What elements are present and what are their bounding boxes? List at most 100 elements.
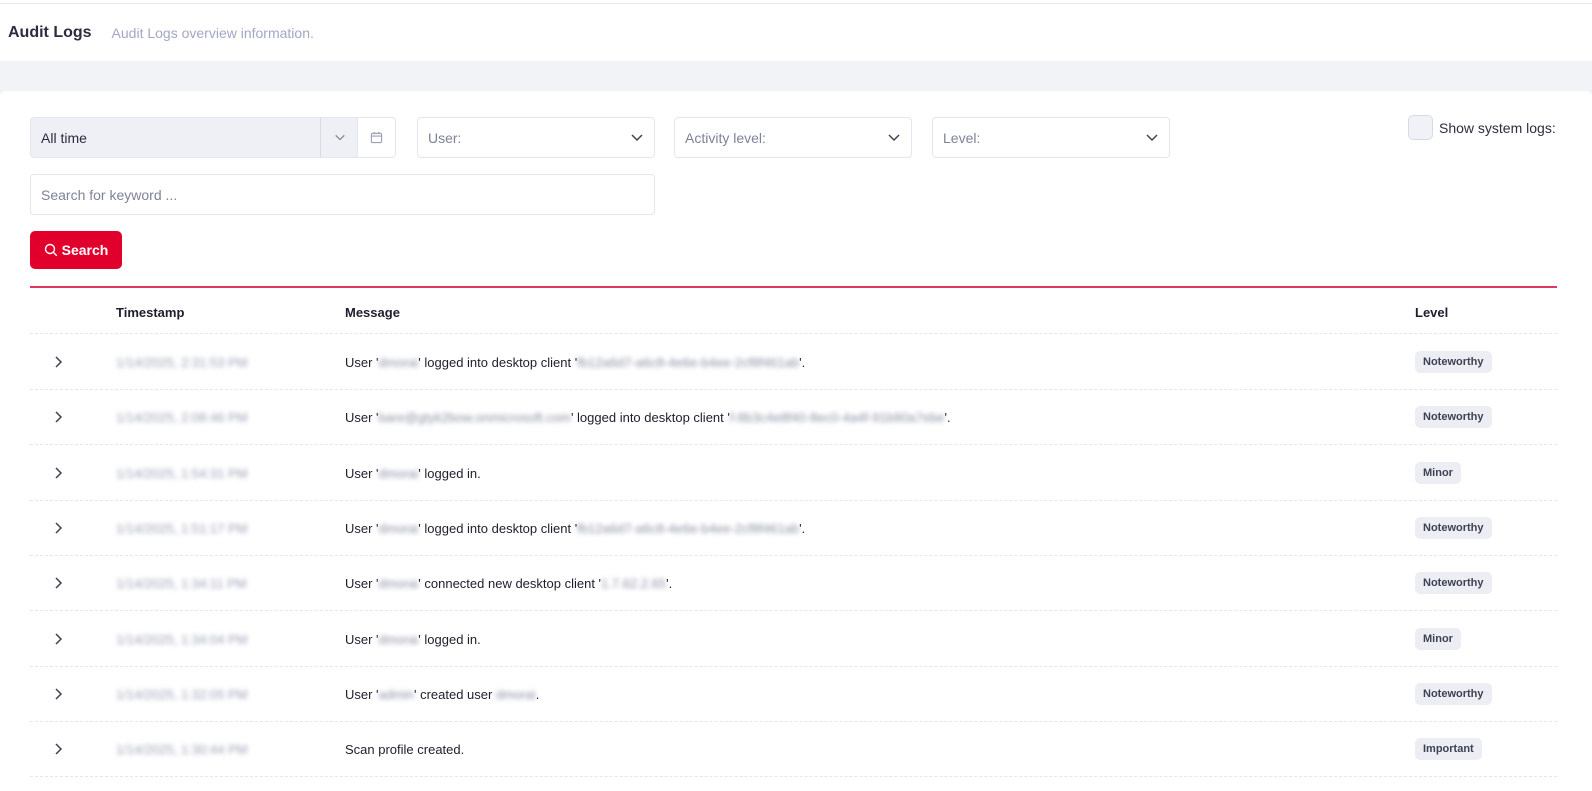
page-header: Audit Logs Audit Logs overview informati… xyxy=(0,4,1592,61)
calendar-button[interactable] xyxy=(358,117,396,158)
chevron-down-icon xyxy=(888,134,900,142)
level-badge: Important xyxy=(1415,738,1482,761)
message-part: User ' xyxy=(345,465,379,481)
search-button[interactable]: Search xyxy=(30,231,122,269)
chevron-right-icon[interactable] xyxy=(51,742,65,756)
message-part: User ' xyxy=(345,686,379,702)
time-range-value: All time xyxy=(41,129,87,146)
message-part: ' connected new desktop client ' xyxy=(418,576,602,592)
table-row[interactable]: 1/14/2025, 1:34:04 PM User 'dmorai' logge… xyxy=(30,611,1557,667)
level-badge: Noteworthy xyxy=(1415,516,1492,539)
table-row[interactable]: 1/14/2025, 1:32:05 PM User 'admin' create… xyxy=(30,666,1557,722)
level-select[interactable]: Level: xyxy=(932,117,1170,158)
redacted-value: dmorai xyxy=(378,576,419,592)
message-part: User ' xyxy=(345,520,379,536)
redacted-value: fb12a6d7-a6c8-4e6e-b4ee-2cf8f461ab xyxy=(577,520,800,536)
audit-logs-card: All time User: Activity level: Level: Sh… xyxy=(0,91,1592,791)
level-badge: Noteworthy xyxy=(1415,406,1492,429)
page-subtitle: Audit Logs overview information. xyxy=(111,24,314,41)
message-part: ' logged into desktop client ' xyxy=(570,410,730,426)
redacted-value: dmorai xyxy=(378,355,419,370)
level-badge: Minor xyxy=(1415,461,1461,484)
message-part: '. xyxy=(666,576,673,592)
table-row[interactable]: 1/14/2025, 1:30:44 PM Scan profile create… xyxy=(30,721,1557,778)
message-part: User ' xyxy=(345,410,379,426)
row-timestamp: 1/14/2025, 2:31:53 PM xyxy=(116,355,248,370)
show-system-logs-label: Show system logs: xyxy=(1439,119,1556,136)
table-row[interactable]: 1/14/2025, 1:51:17 PM User 'dmorai' logge… xyxy=(30,500,1557,556)
row-message: User 'bare@gtyk2bow.onmicrosoft.com' log… xyxy=(345,410,951,425)
level-select-label: Level: xyxy=(943,129,981,146)
page-title: Audit Logs xyxy=(8,23,92,41)
search-icon xyxy=(44,243,57,257)
message-part: ' logged into desktop client ' xyxy=(418,520,578,536)
search-button-label: Search xyxy=(61,242,109,258)
level-badge: Minor xyxy=(1415,627,1461,650)
table-row[interactable]: 1/14/2025, 1:54:31 PM User 'dmorai' logge… xyxy=(30,445,1557,501)
message-part: '. xyxy=(799,355,806,370)
row-message: User 'admin' created user dmorai. xyxy=(345,687,539,702)
row-timestamp: 1/14/2025, 1:34:04 PM xyxy=(116,631,248,647)
message-part: User ' xyxy=(345,631,379,647)
row-timestamp: 1/14/2025, 2:08:46 PM xyxy=(116,410,248,426)
redacted-value: f-8b3c4e8f40-8ec0-4a4f-91b90a7ebe xyxy=(729,410,945,426)
message-part: User ' xyxy=(345,355,379,370)
show-system-logs[interactable]: Show system logs: xyxy=(1408,115,1556,140)
time-range-select[interactable]: All time xyxy=(30,117,358,158)
redacted-value: dmorai xyxy=(495,686,536,702)
row-message: User 'dmorai' connected new desktop clie… xyxy=(345,576,672,591)
message-part: User ' xyxy=(345,576,379,592)
level-badge: Noteworthy xyxy=(1415,572,1492,595)
redacted-value: dmorai xyxy=(378,520,419,536)
row-message: User 'dmorai' logged into desktop client… xyxy=(345,355,805,370)
table-header: Timestamp Message Level xyxy=(30,288,1557,334)
column-timestamp[interactable]: Timestamp xyxy=(116,305,184,320)
activity-level-select[interactable]: Activity level: xyxy=(674,117,912,158)
message-part: '. xyxy=(799,520,806,536)
select-divider xyxy=(320,118,321,157)
redacted-value: dmorai xyxy=(378,465,419,481)
row-message: Scan profile created. xyxy=(345,742,464,757)
chevron-right-icon[interactable] xyxy=(51,466,65,480)
user-select[interactable]: User: xyxy=(417,117,655,158)
chevron-right-icon[interactable] xyxy=(51,576,65,590)
column-message[interactable]: Message xyxy=(345,305,400,320)
redacted-value: bare@gtyk2bow.onmicrosoft.com xyxy=(378,410,571,426)
chevron-down-icon xyxy=(1146,134,1158,142)
redacted-value: dmorai xyxy=(378,631,419,647)
search-input[interactable] xyxy=(30,174,655,215)
column-level[interactable]: Level xyxy=(1415,305,1448,320)
message-part: ' created user xyxy=(413,686,496,702)
chevron-right-icon[interactable] xyxy=(51,410,65,424)
message-part: '. xyxy=(944,410,951,426)
level-badge: Noteworthy xyxy=(1415,351,1492,373)
chevron-down-icon xyxy=(335,134,345,141)
row-message: User 'dmorai' logged in. xyxy=(345,466,481,481)
message-part: . xyxy=(535,686,540,702)
table-row[interactable]: 1/14/2025, 1:34:11 PM User 'dmorai' conne… xyxy=(30,555,1557,612)
message-part: ' logged in. xyxy=(418,631,481,647)
row-timestamp: 1/14/2025, 1:32:05 PM xyxy=(116,686,248,702)
message-part: ' logged into desktop client ' xyxy=(418,355,578,370)
show-system-logs-checkbox[interactable] xyxy=(1408,115,1433,140)
row-timestamp: 1/14/2025, 1:34:11 PM xyxy=(116,576,247,592)
row-timestamp: 1/14/2025, 1:54:31 PM xyxy=(116,465,248,481)
table-row[interactable]: 1/14/2025, 2:31:53 PM User 'dmorai' logge… xyxy=(30,334,1557,390)
chevron-right-icon[interactable] xyxy=(51,632,65,646)
chevron-right-icon[interactable] xyxy=(51,521,65,535)
row-message: User 'dmorai' logged in. xyxy=(345,632,481,647)
message-part: ' logged in. xyxy=(418,465,481,481)
row-timestamp: 1/14/2025, 1:51:17 PM xyxy=(116,520,248,536)
redacted-value: fb12a6d7-a6c8-4e6e-b4ee-2cf8f461ab xyxy=(577,355,800,370)
level-badge: Noteworthy xyxy=(1415,682,1492,705)
activity-level-label: Activity level: xyxy=(685,129,766,146)
redacted-value: admin xyxy=(378,686,414,702)
row-message: User 'dmorai' logged into desktop client… xyxy=(345,521,805,536)
table-row[interactable]: 1/14/2025, 2:08:46 PM User 'bare@gtyk2bow… xyxy=(30,389,1557,446)
chevron-right-icon[interactable] xyxy=(51,355,65,369)
user-select-label: User: xyxy=(428,129,462,146)
chevron-down-icon xyxy=(631,134,643,142)
chevron-right-icon[interactable] xyxy=(51,687,65,701)
message-part: Scan profile created. xyxy=(345,742,465,758)
row-timestamp: 1/14/2025, 1:30:44 PM xyxy=(116,742,248,758)
